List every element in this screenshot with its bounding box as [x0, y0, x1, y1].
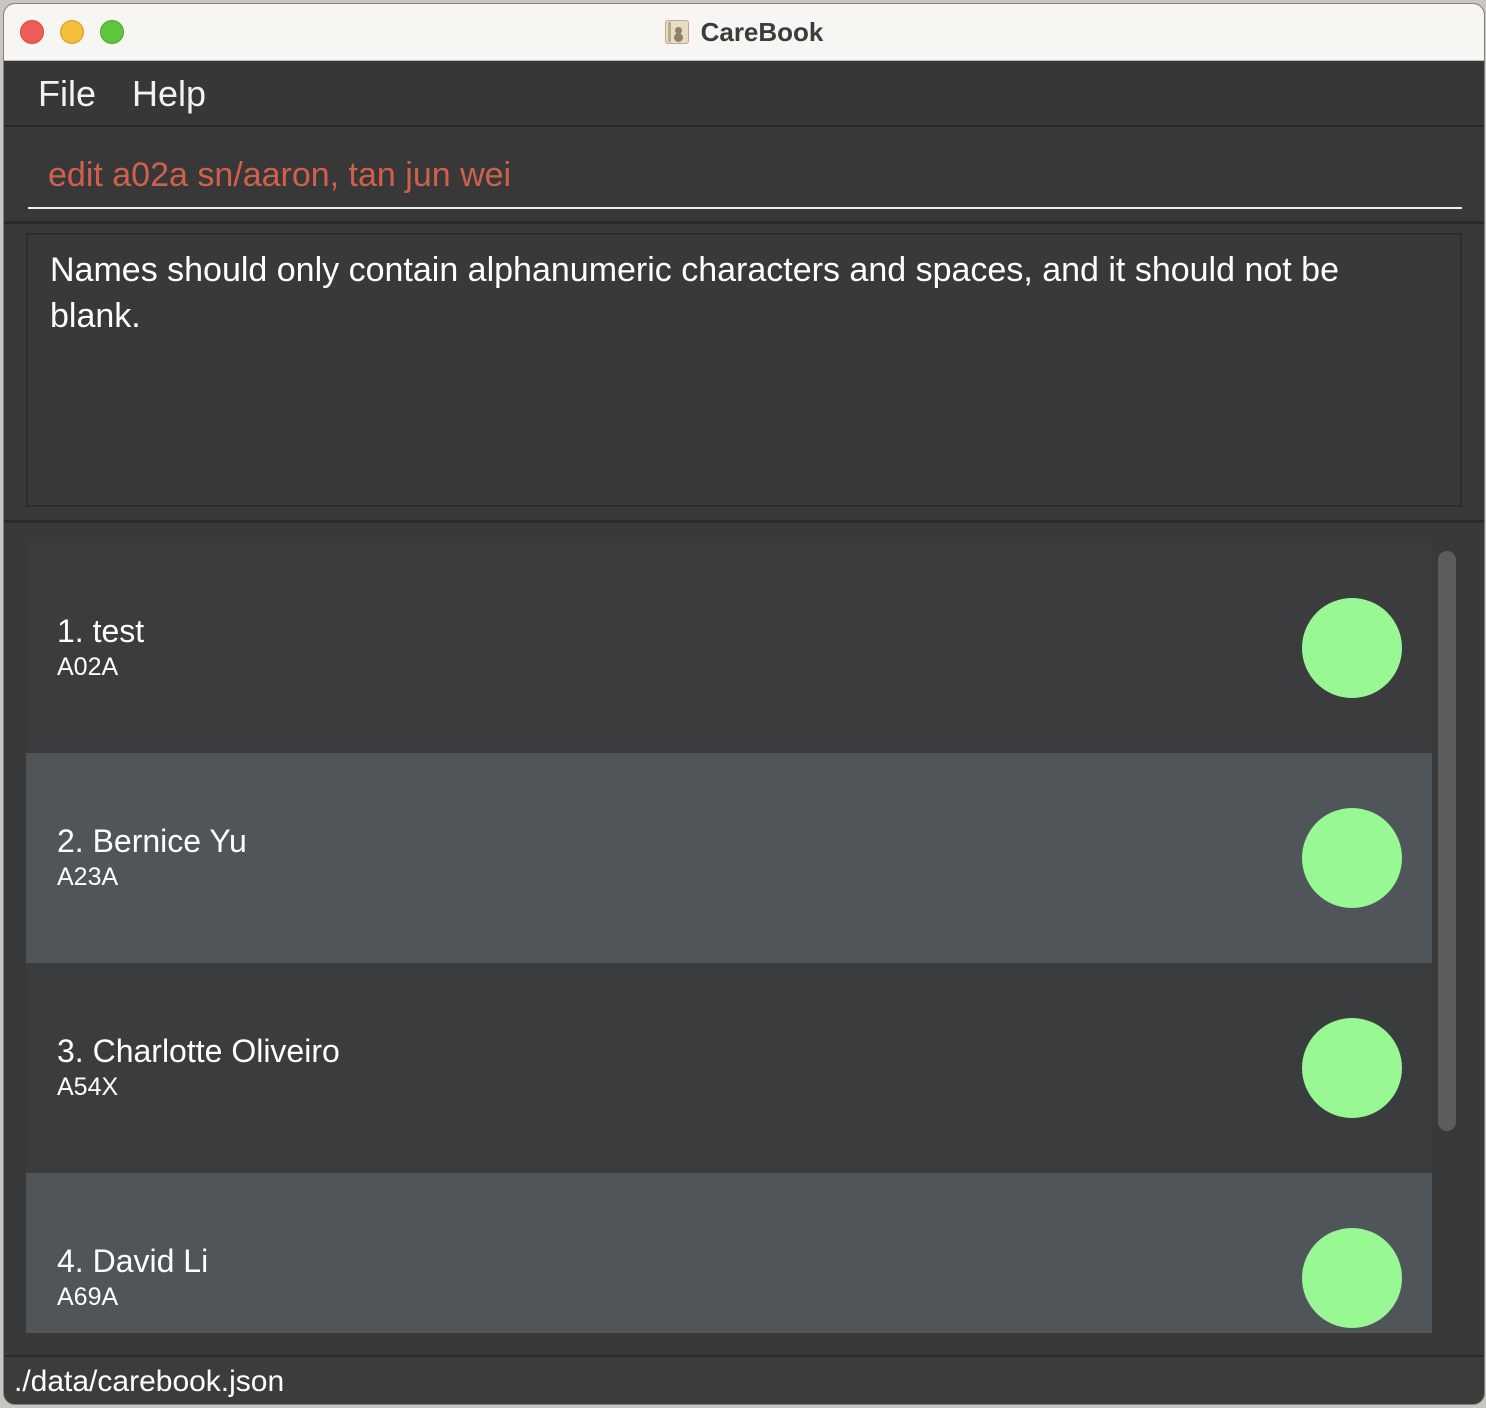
menu-help[interactable]: Help — [132, 73, 206, 115]
command-input[interactable] — [28, 143, 1462, 209]
person-list[interactable]: 1. test A02A 2. Bernice Yu A23A 3. Charl… — [26, 543, 1432, 1333]
window-title: CareBook — [700, 16, 824, 47]
status-indicator — [1302, 1018, 1402, 1118]
save-file-path: ./data/carebook.json — [14, 1365, 285, 1398]
person-card[interactable]: 2. Bernice Yu A23A — [26, 753, 1432, 963]
scrollbar-thumb[interactable] — [1438, 551, 1456, 1131]
menu-file[interactable]: File — [38, 73, 96, 115]
person-name: 2. Bernice Yu — [57, 823, 247, 859]
person-id: A54X — [57, 1073, 119, 1101]
person-name: 1. test — [57, 613, 145, 649]
menu-bar: File Help — [4, 61, 1484, 127]
title-bar[interactable]: CareBook — [4, 4, 1484, 61]
person-id: A02A — [57, 653, 119, 681]
person-card[interactable]: 4. David Li A69A — [26, 1173, 1432, 1333]
window-title-group: CareBook — [4, 4, 1484, 60]
person-name: 4. David Li — [57, 1243, 209, 1279]
command-box — [4, 127, 1484, 224]
status-bar: ./data/carebook.json — [4, 1357, 1484, 1404]
status-indicator — [1302, 808, 1402, 908]
person-id: A23A — [57, 863, 119, 891]
person-name: 3. Charlotte Oliveiro — [57, 1033, 340, 1069]
result-display: Names should only contain alphanumeric c… — [4, 224, 1484, 523]
person-id: A69A — [57, 1283, 119, 1311]
status-indicator — [1302, 1228, 1402, 1328]
address-book-icon — [664, 20, 689, 44]
person-card[interactable]: 1. test A02A — [26, 543, 1432, 753]
app-window: CareBook File Help Names should only con… — [4, 4, 1484, 1404]
result-message: Names should only contain alphanumeric c… — [26, 233, 1462, 507]
status-indicator — [1302, 598, 1402, 698]
person-list-panel: 1. test A02A 2. Bernice Yu A23A 3. Charl… — [4, 523, 1484, 1357]
person-list-scrollbar[interactable] — [1436, 551, 1458, 1331]
person-card[interactable]: 3. Charlotte Oliveiro A54X — [26, 963, 1432, 1173]
